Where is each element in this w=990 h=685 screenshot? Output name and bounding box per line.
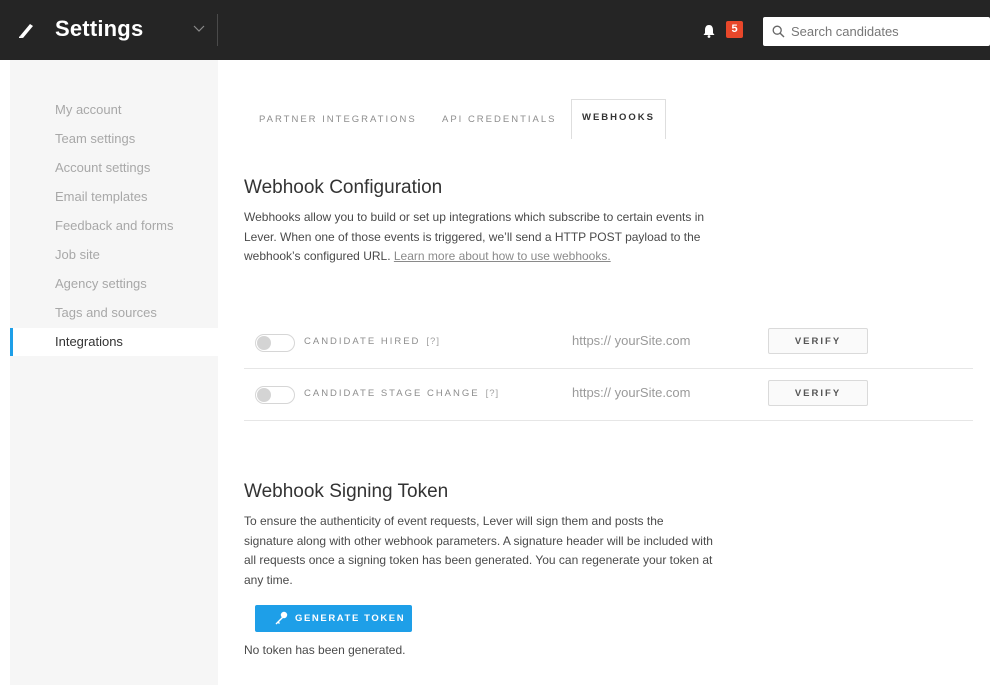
sidebar-item-integrations[interactable]: Integrations [10, 328, 218, 356]
header-divider [217, 14, 218, 46]
chevron-down-icon[interactable] [193, 24, 205, 34]
tab-partner-integrations[interactable]: PARTNER INTEGRATIONS [259, 108, 417, 138]
webhook-toggle[interactable] [255, 386, 295, 404]
toggle-knob [257, 388, 271, 402]
token-status: No token has been generated. [244, 643, 406, 657]
webhook-row-candidate-hired: CANDIDATE HIRED [?] https:// yourSite.com… [244, 317, 973, 369]
sidebar-item-account-settings[interactable]: Account settings [55, 160, 150, 175]
webhook-url-field[interactable]: https:// yourSite.com [572, 385, 691, 400]
webhook-row-candidate-stage-change: CANDIDATE STAGE CHANGE [?] https:// yourS… [244, 369, 973, 421]
verify-button[interactable]: VERIFY [768, 380, 868, 406]
help-link[interactable]: [?] [486, 388, 500, 399]
webhook-url-field[interactable]: https:// yourSite.com [572, 333, 691, 348]
verify-button[interactable]: VERIFY [768, 328, 868, 354]
bell-icon[interactable] [702, 24, 716, 38]
sidebar-item-job-site[interactable]: Job site [55, 247, 100, 262]
generate-token-label: GENERATE TOKEN [295, 613, 406, 624]
notification-badge[interactable]: 5 [726, 21, 743, 38]
learn-more-link[interactable]: Learn more about how to use webhooks. [394, 249, 611, 263]
sidebar-item-label: Integrations [55, 334, 123, 349]
webhook-toggle[interactable] [255, 334, 295, 352]
webhook-label: CANDIDATE HIRED [?] [304, 336, 440, 347]
settings-sidebar: My account Team settings Account setting… [10, 60, 218, 685]
tab-webhooks[interactable]: WEBHOOKS [571, 99, 666, 139]
top-bar: Settings 5 [0, 0, 990, 60]
sidebar-item-email-templates[interactable]: Email templates [55, 189, 147, 204]
signing-description: To ensure the authenticity of event requ… [244, 514, 713, 587]
generate-token-button[interactable]: GENERATE TOKEN [255, 605, 412, 632]
search-box[interactable] [763, 17, 990, 46]
sidebar-item-team-settings[interactable]: Team settings [55, 131, 135, 146]
search-icon [772, 25, 785, 38]
help-link[interactable]: [?] [426, 336, 440, 347]
config-description: Webhooks allow you to build or set up in… [244, 208, 714, 267]
toggle-knob [257, 336, 271, 350]
sidebar-item-feedback-and-forms[interactable]: Feedback and forms [55, 218, 174, 233]
sidebar-item-my-account[interactable]: My account [55, 102, 121, 117]
sidebar-item-tags-and-sources[interactable]: Tags and sources [55, 305, 157, 320]
pen-logo-icon [19, 24, 33, 38]
active-indicator [10, 328, 13, 356]
app-title: Settings [55, 16, 144, 41]
key-icon [275, 611, 288, 625]
search-input[interactable] [791, 17, 986, 46]
config-heading: Webhook Configuration [244, 177, 443, 198]
tab-api-credentials[interactable]: API CREDENTIALS [442, 108, 556, 138]
signing-heading: Webhook Signing Token [244, 481, 449, 502]
sidebar-item-agency-settings[interactable]: Agency settings [55, 276, 147, 291]
webhook-label: CANDIDATE STAGE CHANGE [?] [304, 388, 500, 399]
